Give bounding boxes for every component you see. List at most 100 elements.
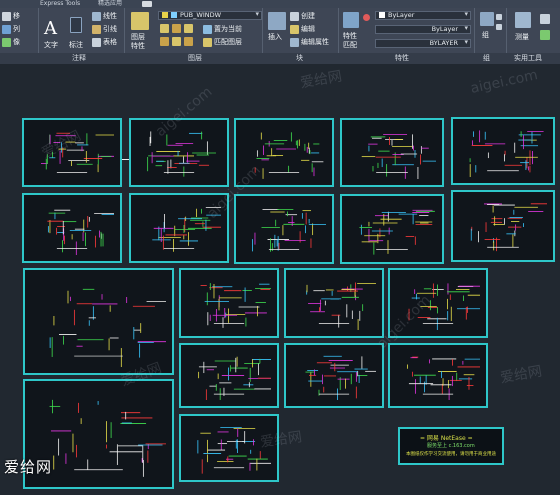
table-icon[interactable]	[92, 38, 101, 47]
linear-dim-label[interactable]: 线性	[103, 12, 117, 21]
plan-linework	[197, 427, 272, 474]
layer-tool-icon[interactable]	[172, 24, 181, 33]
edit-block-icon[interactable]	[290, 25, 299, 34]
drawing-canvas[interactable]: = 网易 NetEase = 服务至上 c.163.com 本图纸仅作学习交流使…	[0, 64, 560, 495]
layer-tool-icon[interactable]	[172, 37, 181, 46]
create-block-icon[interactable]	[290, 12, 299, 21]
layers-panel-title[interactable]: 图层	[188, 53, 202, 64]
watermark-text: 爱给网	[299, 68, 344, 92]
set-current-icon[interactable]	[203, 25, 212, 34]
group-icon[interactable]	[480, 12, 494, 26]
plan-linework	[470, 203, 552, 252]
linetype-dropdown[interactable]: ByLayer	[375, 25, 471, 34]
drawing-sheet[interactable]	[451, 190, 555, 262]
linear-dim-icon[interactable]	[92, 12, 101, 21]
group-tool-icon[interactable]	[496, 24, 502, 30]
color-dropdown[interactable]: ByLayer	[375, 11, 471, 20]
color-value: ByLayer	[388, 11, 415, 19]
groups-panel-title[interactable]: 组	[483, 53, 490, 64]
site-logo: 爱给网	[4, 458, 53, 476]
drawing-sheet[interactable]	[451, 117, 555, 185]
dimension-label[interactable]: 标注	[69, 41, 83, 50]
measure-label[interactable]: 测量	[515, 33, 529, 42]
watermark-text: 爱给网	[499, 363, 544, 387]
title-block-note: 本图纸仅作学习交流使用，请勿用于商业用途	[406, 452, 496, 457]
move-icon[interactable]	[2, 12, 11, 21]
layer-tool-icon[interactable]	[184, 24, 193, 33]
floor-plan-drawing	[292, 351, 379, 402]
drawing-sheet[interactable]	[284, 343, 384, 408]
move-label: 移	[13, 12, 20, 20]
plan-linework	[407, 356, 487, 401]
tab-featured-apps[interactable]: 精选应用	[98, 0, 122, 8]
drawing-sheet[interactable]	[234, 194, 334, 264]
layer-tool-icon[interactable]	[160, 37, 169, 46]
layer-tool-icon[interactable]	[160, 24, 169, 33]
color-swatch	[379, 12, 385, 18]
drawing-sheet[interactable]	[129, 118, 229, 187]
edit-attribute-icon[interactable]	[290, 38, 299, 47]
layer-tool-icon[interactable]	[184, 37, 193, 46]
floor-plan-drawing	[187, 351, 282, 403]
plan-linework	[198, 356, 282, 403]
text-tool-label[interactable]: 文字	[44, 41, 58, 50]
match-properties-icon[interactable]	[343, 12, 359, 28]
app-top-strip: Express Tools 精选应用	[0, 0, 560, 8]
title-block[interactable]: = 网易 NetEase = 服务至上 c.163.com 本图纸仅作学习交流使…	[398, 427, 504, 465]
drawing-sheet[interactable]	[388, 343, 488, 408]
group-tool-icon[interactable]	[496, 14, 502, 20]
plan-linework	[252, 208, 328, 252]
drawing-sheet[interactable]	[22, 193, 122, 263]
leader-label[interactable]: 引线	[103, 25, 117, 34]
layer-props-label-2[interactable]: 特性	[131, 42, 145, 51]
insert-label[interactable]: 插入	[268, 33, 282, 42]
edit-attr-label[interactable]: 编辑属性	[301, 38, 329, 47]
utility-tool-icon[interactable]	[540, 30, 550, 40]
annotation-panel-title[interactable]: 注释	[72, 53, 86, 64]
layer-properties-icon[interactable]	[131, 12, 149, 30]
text-tool-icon[interactable]: A	[44, 18, 57, 39]
block-panel-title[interactable]: 块	[296, 53, 303, 64]
leader-icon[interactable]	[92, 25, 101, 34]
title-block-subtitle: 服务至上 c.163.com	[427, 443, 475, 449]
drawing-sheet[interactable]	[340, 118, 444, 187]
layer-dropdown[interactable]: PUB_WINDW	[158, 11, 262, 20]
table-label[interactable]: 表格	[103, 38, 117, 47]
edit-label[interactable]: 编辑	[301, 25, 315, 34]
drawing-sheet[interactable]	[284, 268, 384, 338]
insert-block-icon[interactable]	[268, 12, 286, 30]
group-label[interactable]: 组	[482, 31, 489, 40]
lineweight-dropdown[interactable]: BYLAYER	[375, 39, 471, 48]
floor-plan-drawing	[187, 276, 279, 330]
watermark-text: aigei.com	[469, 67, 540, 97]
floor-plan-drawing	[348, 126, 439, 180]
utilities-panel-title[interactable]: 实用工具	[514, 53, 542, 64]
create-label[interactable]: 创建	[301, 12, 315, 21]
match-layer-label[interactable]: 匹配图层	[214, 38, 242, 47]
utility-tool-icon[interactable]	[540, 14, 550, 24]
drawing-sheet[interactable]	[179, 268, 279, 338]
linetype-value: ByLayer	[431, 25, 458, 33]
array-icon[interactable]	[2, 25, 11, 34]
floor-plan-drawing	[459, 198, 552, 254]
drawing-sheet[interactable]	[340, 194, 444, 264]
title-block-title: = 网易 NetEase =	[420, 435, 473, 442]
set-current-label[interactable]: 置为当前	[214, 25, 242, 34]
layer-name: PUB_WINDW	[180, 11, 222, 19]
color-wheel-icon[interactable]	[363, 14, 370, 21]
drawing-sheet[interactable]	[179, 343, 282, 408]
tab-dropdown-icon[interactable]	[142, 1, 152, 7]
match-layer-icon[interactable]	[203, 38, 212, 47]
layer-props-label-1[interactable]: 图层	[131, 33, 145, 42]
properties-panel-title[interactable]: 特性	[395, 53, 409, 64]
floor-plan-drawing	[348, 202, 436, 256]
plan-linework	[361, 133, 439, 180]
image-icon[interactable]	[2, 38, 11, 47]
match-props-label-2[interactable]: 匹配	[343, 41, 357, 50]
tab-express-tools[interactable]: Express Tools	[40, 0, 80, 8]
dimension-icon[interactable]	[70, 17, 82, 33]
lineweight-value: BYLAYER	[429, 39, 458, 47]
measure-icon[interactable]	[515, 12, 531, 28]
match-props-label-1[interactable]: 特性	[343, 32, 357, 41]
floor-plan-drawing	[459, 125, 547, 179]
